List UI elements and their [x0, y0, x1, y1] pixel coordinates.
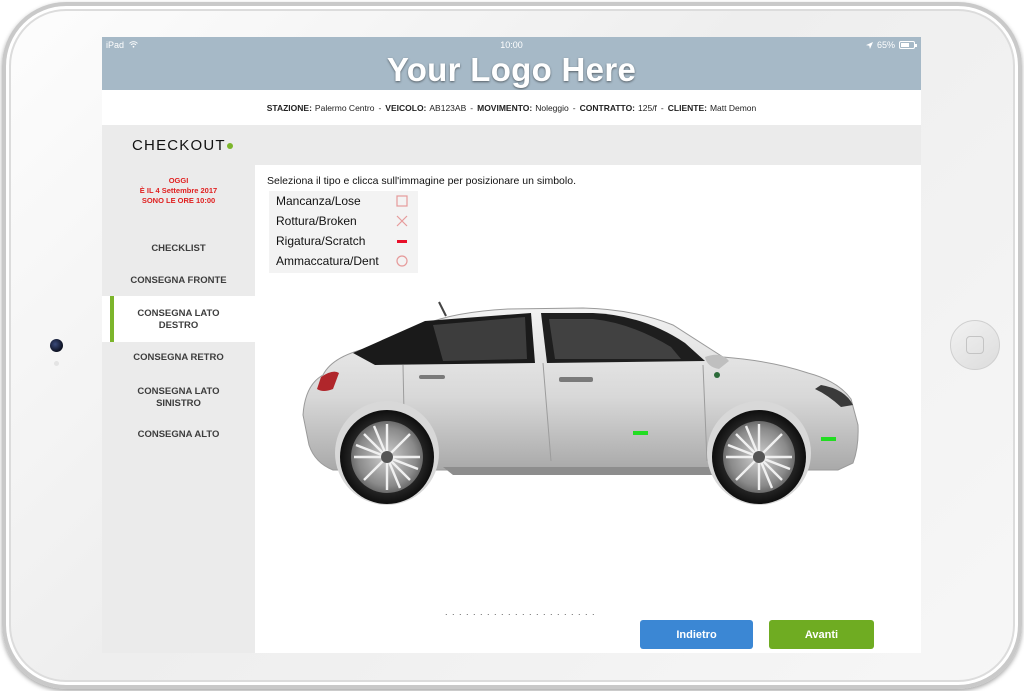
stazione-value: Palermo Centro: [314, 102, 375, 113]
app-screen: iPad 10:00 65% Your Logo Here STAZIONE: P…: [102, 37, 921, 653]
contratto-value: 125/f: [638, 102, 657, 113]
contratto-label: CONTRATTO:: [579, 102, 636, 113]
movimento-value: Noleggio: [535, 102, 569, 113]
location-arrow-icon: [865, 41, 873, 49]
sidebar-item-consegna-fronte[interactable]: CONSEGNA FRONTE: [102, 275, 255, 287]
cliente-value: Matt Demon: [709, 102, 757, 113]
veicolo-value: AB123AB: [429, 102, 467, 113]
damage-marker[interactable]: [821, 437, 836, 441]
sidebar-item-checklist[interactable]: CHECKLIST: [102, 243, 255, 255]
rental-info-bar: STAZIONE: Palermo Centro - VEICOLO: AB123A…: [102, 90, 921, 125]
legend-item-ammaccatura[interactable]: Ammaccatura/Dent: [276, 251, 416, 271]
home-button[interactable]: [950, 320, 1000, 370]
page-title: CHECKOUT: [132, 137, 226, 154]
today-label: OGGI: [168, 176, 189, 185]
today-time: SONO LE ORE 10:00: [141, 196, 216, 205]
status-battery: 65%: [865, 40, 917, 50]
page-title-bar: CHECKOUT: [102, 125, 921, 165]
battery-icon: [899, 41, 917, 49]
separator: -: [378, 102, 382, 113]
veicolo-label: VEICOLO:: [385, 102, 427, 113]
active-indicator: [110, 296, 114, 342]
legend-item-rottura[interactable]: Rottura/Broken: [276, 211, 416, 231]
sidebar: OGGI È IL 4 Settembre 2017 SONO LE ORE 1…: [102, 165, 255, 653]
logo-text: Your Logo Here: [386, 51, 637, 88]
stazione-label: STAZIONE:: [266, 102, 312, 113]
dash-icon: [397, 240, 407, 243]
separator: -: [572, 102, 576, 113]
separator: -: [470, 102, 474, 113]
status-dot-icon: [227, 143, 233, 149]
sidebar-item-consegna-alto[interactable]: CONSEGNA ALTO: [102, 429, 255, 441]
movimento-label: MOVIMENTO:: [477, 102, 533, 113]
today-date: È IL 4 Settembre 2017: [139, 186, 218, 195]
cropped-footer-text: . . . . . . . . . . . . . . . . . . . . …: [445, 613, 665, 617]
legend-label: Ammaccatura/Dent: [276, 254, 379, 268]
main-panel: Seleziona il tipo e clicca sull'immagine…: [255, 165, 921, 653]
damage-marker[interactable]: [633, 431, 648, 435]
legend-label: Rigatura/Scratch: [276, 234, 366, 248]
camera-icon: [50, 339, 63, 352]
damage-type-legend: Mancanza/Lose Rottura/Broken Rigatura/Sc…: [269, 191, 418, 273]
status-time: 10:00: [500, 40, 523, 50]
cliente-label: CLIENTE:: [667, 102, 707, 113]
circle-icon: [396, 255, 408, 267]
cross-icon: [396, 215, 408, 227]
legend-item-mancanza[interactable]: Mancanza/Lose: [276, 191, 416, 211]
next-button[interactable]: Avanti: [769, 620, 874, 649]
instruction-text: Seleziona il tipo e clicca sull'immagine…: [267, 175, 576, 187]
today-info: OGGI È IL 4 Settembre 2017 SONO LE ORE 1…: [102, 176, 255, 206]
legend-label: Mancanza/Lose: [276, 194, 361, 208]
sidebar-item-consegna-lato-sinistro[interactable]: CONSEGNA LATO SINISTRO: [102, 386, 255, 410]
car-side-view[interactable]: [293, 285, 863, 515]
sidebar-item-consegna-lato-destro[interactable]: CONSEGNA LATO DESTRO: [102, 296, 255, 342]
square-icon: [396, 195, 408, 207]
sidebar-item-consegna-retro[interactable]: CONSEGNA RETRO: [102, 352, 255, 364]
battery-fill: [901, 43, 909, 47]
battery-percent: 65%: [876, 40, 895, 50]
back-button[interactable]: Indietro: [640, 620, 753, 649]
sensor-dot: [54, 361, 59, 366]
app-header: iPad 10:00 65% Your Logo Here: [102, 37, 921, 90]
separator: -: [660, 102, 664, 113]
home-square-icon: [966, 336, 984, 354]
legend-item-rigatura[interactable]: Rigatura/Scratch: [276, 231, 416, 251]
legend-label: Rottura/Broken: [276, 214, 357, 228]
